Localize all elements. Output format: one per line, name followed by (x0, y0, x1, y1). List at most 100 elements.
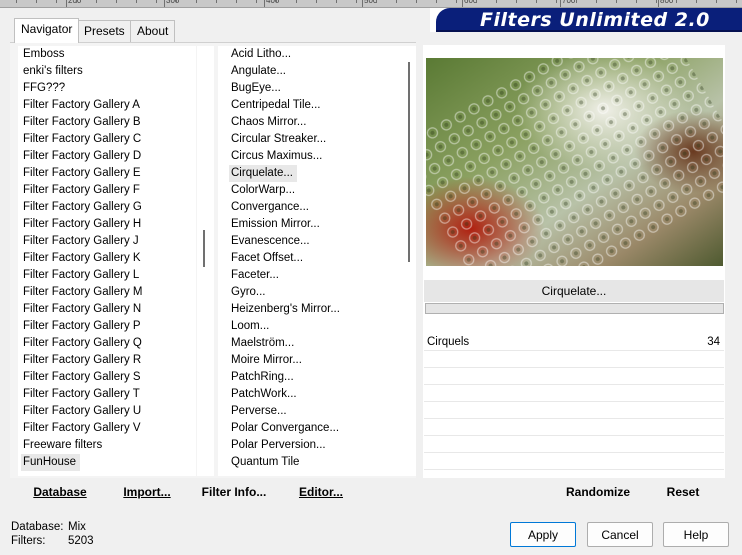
randomize-button[interactable]: Randomize (560, 484, 636, 500)
category-item[interactable]: Filter Factory Gallery A (18, 97, 196, 114)
filter-info-button-label: Filter Info... (201, 485, 267, 499)
category-item[interactable]: Filter Factory Gallery T (18, 386, 196, 403)
filter-item-label: Evanescence... (231, 235, 310, 247)
filter-item[interactable]: Emission Mirror... (226, 216, 403, 233)
category-item[interactable]: Filter Factory Gallery H (18, 216, 196, 233)
ruler-minor-tick (576, 0, 577, 3)
ruler-minor-tick (36, 0, 37, 3)
editor-button[interactable]: Editor... (292, 484, 350, 500)
filter-item-label: Moire Mirror... (231, 354, 302, 366)
filter-item[interactable]: Faceter... (226, 267, 403, 284)
ruler-label: 800 (660, 0, 674, 5)
category-item-label: Filter Factory Gallery S (23, 371, 141, 383)
category-item[interactable]: Filter Factory Gallery Q (18, 335, 196, 352)
filter-item[interactable]: Convergance... (226, 199, 403, 216)
filter-item[interactable]: Acid Litho... (226, 46, 403, 63)
filter-item[interactable]: Loom... (226, 318, 403, 335)
filter-item[interactable]: Chaos Mirror... (226, 114, 403, 131)
filter-scroll-thumb[interactable] (408, 62, 410, 262)
category-item[interactable]: FunHouse (18, 454, 196, 471)
filter-item[interactable]: ColorWarp... (226, 182, 403, 199)
category-item[interactable]: Filter Factory Gallery U (18, 403, 196, 420)
category-item[interactable]: Filter Factory Gallery N (18, 301, 196, 318)
category-item[interactable]: Filter Factory Gallery S (18, 369, 196, 386)
category-item[interactable]: Emboss (18, 46, 196, 63)
filter-item[interactable]: BugEye... (226, 80, 403, 97)
category-item[interactable]: Filter Factory Gallery E (18, 165, 196, 182)
help-button[interactable]: Help (663, 522, 729, 547)
ruler-minor-tick (516, 0, 517, 3)
cancel-button[interactable]: Cancel (587, 522, 653, 547)
category-item[interactable]: FFG??? (18, 80, 196, 97)
category-item[interactable]: Filter Factory Gallery J (18, 233, 196, 250)
category-item-label: Filter Factory Gallery L (23, 269, 140, 281)
filter-item[interactable]: Centripedal Tile... (226, 97, 403, 114)
parameter-row[interactable]: Cirquels 34 (424, 334, 724, 351)
category-item[interactable]: Filter Factory Gallery K (18, 250, 196, 267)
filter-scrollbar[interactable] (403, 46, 416, 476)
filter-item[interactable]: Evanescence... (226, 233, 403, 250)
ruler-label: 700 (562, 0, 576, 5)
filter-list[interactable]: Acid Litho... Angulate... BugEye... Centrip… (218, 46, 403, 476)
filter-item[interactable]: Perverse... (226, 403, 403, 420)
parameter-row (424, 402, 724, 419)
filter-item[interactable]: Polar Perversion... (226, 437, 403, 454)
filter-item-label: Loom... (231, 320, 270, 332)
database-button[interactable]: Database (22, 484, 98, 500)
ruler-minor-tick (676, 0, 677, 3)
filter-item[interactable]: Moire Mirror... (226, 352, 403, 369)
category-scroll-thumb[interactable] (203, 230, 205, 267)
category-item[interactable]: Filter Factory Gallery G (18, 199, 196, 216)
category-item[interactable]: Filter Factory Gallery F (18, 182, 196, 199)
category-item[interactable]: Filter Factory Gallery B (18, 114, 196, 131)
filter-item[interactable]: Circus Maximus... (226, 148, 403, 165)
filter-item[interactable]: Maelström... (226, 335, 403, 352)
filter-info-button[interactable]: Filter Info... (196, 484, 272, 500)
category-scrollbar[interactable] (197, 46, 214, 476)
category-item-label: Filter Factory Gallery N (23, 303, 142, 315)
filter-item[interactable]: PatchRing... (226, 369, 403, 386)
filter-item-label: Circular Streaker... (231, 133, 327, 145)
category-item[interactable]: Filter Factory Gallery C (18, 131, 196, 148)
tab-presets[interactable]: Presets (77, 20, 132, 42)
filter-item-label: Perverse... (231, 405, 287, 417)
import-button-label: Import... (123, 485, 171, 499)
category-item[interactable]: Freeware filters (18, 437, 196, 454)
apply-button[interactable]: Apply (510, 522, 576, 547)
category-item[interactable]: Filter Factory Gallery M (18, 284, 196, 301)
filter-item[interactable]: Quantum Tile (226, 454, 403, 471)
filter-item[interactable]: Circular Streaker... (226, 131, 403, 148)
filter-item[interactable]: Facet Offset... (226, 250, 403, 267)
filter-item[interactable]: Cirquelate... (226, 165, 403, 182)
ruler-tick (164, 0, 165, 7)
preview-pattern (426, 58, 723, 266)
filter-item[interactable]: Gyro... (226, 284, 403, 301)
filter-item[interactable]: Angulate... (226, 63, 403, 80)
tab-about[interactable]: About (130, 20, 176, 42)
category-list[interactable]: Emboss enki's filters FFG??? Filter Factory… (18, 46, 196, 476)
ruler-minor-tick (416, 0, 417, 3)
category-item[interactable]: Filter Factory Gallery P (18, 318, 196, 335)
filter-item-label: Heizenberg's Mirror... (231, 303, 340, 315)
reset-button-label: Reset (666, 485, 700, 499)
category-item[interactable]: Filter Factory Gallery D (18, 148, 196, 165)
reset-button[interactable]: Reset (658, 484, 708, 500)
category-item-label: enki's filters (23, 65, 83, 77)
category-item[interactable]: Filter Factory Gallery V (18, 420, 196, 437)
filter-item[interactable]: PatchWork... (226, 386, 403, 403)
filter-item-label: ColorWarp... (231, 184, 296, 196)
ruler-minor-tick (336, 0, 337, 3)
ruler-tick (560, 0, 561, 7)
category-item[interactable]: enki's filters (18, 63, 196, 80)
filter-item-label: Circus Maximus... (231, 150, 323, 162)
tab-navigator[interactable]: Navigator (14, 18, 80, 43)
filter-item[interactable]: Heizenberg's Mirror... (226, 301, 403, 318)
filter-item-label: Cirquelate... (229, 165, 298, 182)
parameter-value[interactable]: 34 (707, 336, 720, 348)
category-item-label: Filter Factory Gallery F (23, 184, 140, 196)
category-item[interactable]: Filter Factory Gallery L (18, 267, 196, 284)
filter-item[interactable]: Polar Convergance... (226, 420, 403, 437)
ruler-minor-tick (736, 0, 737, 3)
import-button[interactable]: Import... (112, 484, 182, 500)
category-item[interactable]: Filter Factory Gallery R (18, 352, 196, 369)
